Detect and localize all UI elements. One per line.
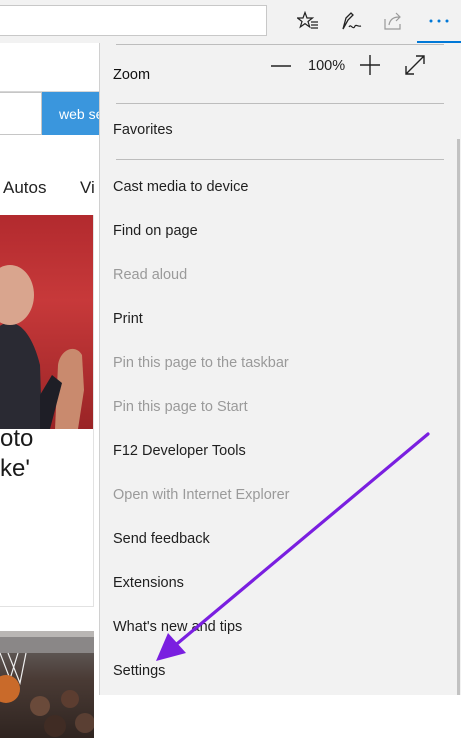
headline-line: ke' <box>0 455 30 482</box>
favorites-star-icon[interactable] <box>295 8 321 34</box>
menu-item-open-ie: Open with Internet Explorer <box>113 487 290 503</box>
news-photo[interactable] <box>0 215 94 429</box>
divider <box>116 159 444 160</box>
menu-item-extensions[interactable]: Extensions <box>113 561 443 605</box>
divider <box>116 44 444 45</box>
nav-link-video[interactable]: Vi <box>80 178 95 198</box>
menu-item-read-aloud: Read aloud <box>113 267 188 283</box>
menu-item-pin-taskbar: Pin this page to the taskbar <box>113 355 289 371</box>
menu-item-print[interactable]: Print <box>113 297 443 341</box>
browser-toolbar <box>0 0 461 43</box>
pen-notes-icon[interactable] <box>338 8 364 34</box>
search-input[interactable] <box>0 92 42 135</box>
card-border <box>93 215 94 607</box>
settings-and-more-menu: Zoom 100% Favorites Cast media to device… <box>99 43 461 695</box>
menu-item-settings[interactable]: Settings <box>113 649 443 693</box>
headline-line: oto <box>0 425 34 452</box>
more-dots-icon[interactable] <box>426 8 452 34</box>
menu-item-whats-new[interactable]: What's new and tips <box>113 605 443 649</box>
menu-item-send-feedback[interactable]: Send feedback <box>113 517 443 561</box>
share-icon[interactable] <box>381 8 407 34</box>
menu-scrollbar[interactable] <box>457 139 460 695</box>
zoom-label: Zoom <box>113 67 151 83</box>
divider <box>116 103 444 104</box>
address-bar[interactable] <box>0 5 267 36</box>
menu-item-find-on-page[interactable]: Find on page <box>113 209 443 253</box>
menu-item-developer-tools[interactable]: F12 Developer Tools <box>113 429 443 473</box>
zoom-out-icon[interactable] <box>270 55 292 77</box>
zoom-level: 100% <box>308 58 346 74</box>
news-headline[interactable]: oto ke' <box>0 424 100 484</box>
zoom-in-icon[interactable] <box>358 53 382 77</box>
nav-link-autos[interactable]: Autos <box>3 178 46 198</box>
menu-item-pin-start: Pin this page to Start <box>113 399 248 415</box>
news-photo-basketball[interactable] <box>0 631 94 738</box>
menu-item-cast-media[interactable]: Cast media to device <box>113 165 443 209</box>
card-border <box>0 606 94 607</box>
web-search-button[interactable]: web se <box>42 92 102 135</box>
menu-item-favorites[interactable]: Favorites <box>113 108 443 152</box>
fullscreen-icon[interactable] <box>403 53 427 77</box>
